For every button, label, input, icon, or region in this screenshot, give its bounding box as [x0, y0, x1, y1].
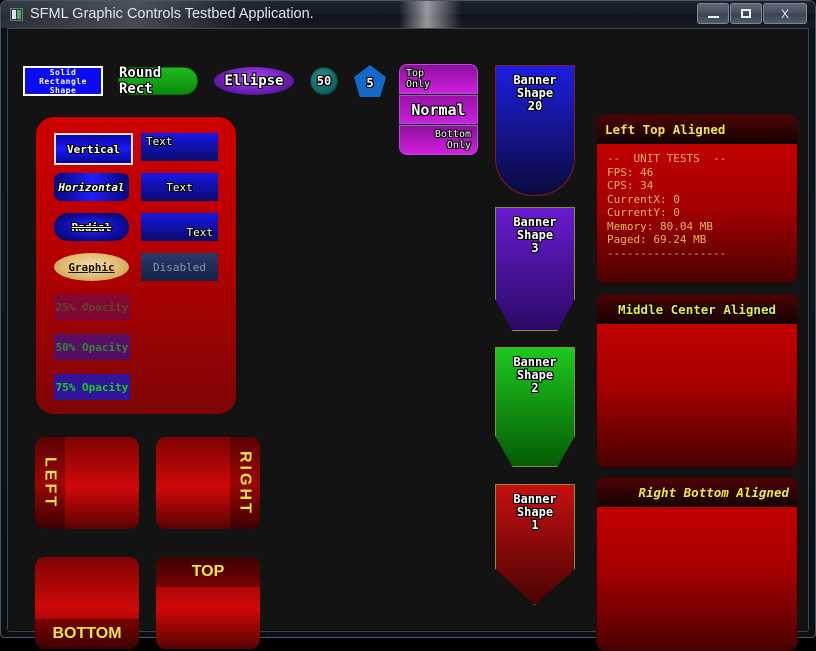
solid-rectangle-shape-button[interactable]: Solid Rectangle Shape	[23, 66, 103, 96]
round-rect-button[interactable]: Round Rect	[118, 65, 198, 97]
maximize-icon	[741, 9, 751, 18]
maximize-button[interactable]	[730, 3, 762, 24]
align-box-top-label: TOP	[191, 563, 225, 580]
normal-button[interactable]: Normal	[399, 95, 478, 124]
right-bottom-body	[597, 507, 797, 515]
banner-1-label: Banner Shape 1	[513, 492, 557, 532]
text-left-top-button[interactable]: Text	[141, 133, 218, 161]
left-top-aligned-title: Left Top Aligned	[605, 121, 726, 137]
vertical-gradient-button[interactable]: Vertical	[54, 133, 133, 165]
app-icon	[10, 8, 23, 21]
application-window: SFML Graphic Controls Testbed Applicatio…	[0, 0, 816, 651]
banner-2-label: Banner Shape 2	[513, 355, 557, 395]
banner-shape-1[interactable]: Banner Shape 1	[495, 484, 575, 605]
banner-shape-20[interactable]: Banner Shape 20	[495, 65, 575, 196]
align-box-bottom-band: BOTTOM	[35, 619, 139, 649]
left-top-aligned-panel: Left Top Aligned -- UNIT TESTS -- FPS: 4…	[596, 114, 798, 284]
text-left-top-label: Text	[146, 135, 173, 148]
pentagon-button[interactable]: 5	[354, 65, 386, 97]
ellipse-label: Ellipse	[224, 73, 284, 89]
close-icon: X	[780, 6, 789, 21]
align-box-left-label: LEFT	[41, 457, 59, 509]
right-bottom-aligned-title: Right Bottom Aligned	[638, 484, 789, 500]
align-box-left[interactable]: LEFT	[35, 437, 139, 529]
right-bottom-aligned-panel: Right Bottom Aligned	[596, 477, 798, 651]
solid-rectangle-label: Solid Rectangle Shape	[39, 67, 87, 95]
circle-label: 50	[316, 74, 332, 88]
horizontal-gradient-label: Horizontal	[58, 180, 125, 194]
disabled-label: Disabled	[153, 260, 206, 274]
pentagon-label: 5	[366, 76, 374, 90]
opacity-25-label: 25% Opacity	[55, 300, 129, 314]
top-only-label: Top Only	[406, 68, 431, 90]
middle-center-aligned-header: Middle Center Aligned	[597, 295, 797, 324]
round-rect-label: Round Rect	[119, 65, 162, 97]
window-controls: X	[696, 3, 807, 25]
align-box-top[interactable]: TOP	[156, 557, 260, 649]
align-box-left-band: LEFT	[35, 437, 65, 529]
align-box-bottom-label: BOTTOM	[52, 625, 122, 642]
align-box-bottom[interactable]: BOTTOM	[35, 557, 139, 649]
graphic-label: Graphic	[68, 260, 115, 274]
bottom-only-button[interactable]: Bottom Only	[399, 125, 478, 155]
opacity-50-button[interactable]: 50% Opacity	[54, 334, 130, 360]
unit-tests-output: -- UNIT TESTS -- FPS: 46 CPS: 34 Current…	[607, 152, 727, 260]
align-box-top-band: TOP	[156, 557, 260, 587]
minimize-button[interactable]	[697, 3, 729, 24]
text-right-bottom-button[interactable]: Text	[141, 213, 218, 241]
graphic-button[interactable]: Graphic	[54, 253, 129, 281]
radial-gradient-label: Radial	[71, 220, 112, 234]
align-box-right-label: RIGHT	[236, 450, 254, 516]
banner-shape-3[interactable]: Banner Shape 3	[495, 207, 575, 331]
close-button[interactable]: X	[763, 3, 807, 24]
left-top-aligned-header: Left Top Aligned	[597, 115, 797, 144]
middle-center-body	[597, 324, 797, 332]
corner-rounding-panel: Top Only Normal Bottom Only	[399, 64, 478, 156]
vertical-gradient-label: Vertical	[67, 142, 120, 156]
opacity-25-button[interactable]: 25% Opacity	[54, 294, 130, 320]
align-box-right-band: RIGHT	[230, 437, 260, 529]
align-box-right[interactable]: RIGHT	[156, 437, 260, 529]
middle-center-aligned-panel: Middle Center Aligned	[596, 294, 798, 468]
minimize-icon	[707, 15, 719, 18]
banner-20-label: Banner Shape 20	[513, 73, 557, 113]
title-bar-highlight	[399, 1, 461, 28]
client-area: Solid Rectangle Shape Round Rect Ellipse…	[7, 28, 809, 651]
middle-center-aligned-title: Middle Center Aligned	[617, 301, 777, 317]
ellipse-button[interactable]: Ellipse	[214, 67, 294, 95]
title-bar[interactable]: SFML Graphic Controls Testbed Applicatio…	[1, 1, 815, 28]
right-bottom-aligned-header: Right Bottom Aligned	[597, 478, 797, 507]
window-title: SFML Graphic Controls Testbed Applicatio…	[30, 6, 314, 22]
text-center-label: Text	[166, 180, 193, 194]
radial-gradient-button[interactable]: Radial	[54, 213, 129, 241]
circle-button[interactable]: 50	[310, 67, 338, 95]
disabled-button: Disabled	[141, 253, 218, 281]
opacity-50-label: 50% Opacity	[55, 340, 129, 354]
bottom-only-label: Bottom Only	[434, 129, 471, 151]
top-only-button[interactable]: Top Only	[399, 64, 478, 94]
opacity-75-button[interactable]: 75% Opacity	[54, 374, 130, 400]
banner-shape-2[interactable]: Banner Shape 2	[495, 347, 575, 467]
horizontal-gradient-button[interactable]: Horizontal	[54, 173, 129, 201]
text-right-bottom-label: Text	[186, 226, 214, 239]
text-center-button[interactable]: Text	[141, 173, 218, 201]
opacity-75-label: 75% Opacity	[55, 380, 129, 394]
normal-label: Normal	[411, 100, 466, 119]
banner-3-label: Banner Shape 3	[513, 215, 557, 255]
